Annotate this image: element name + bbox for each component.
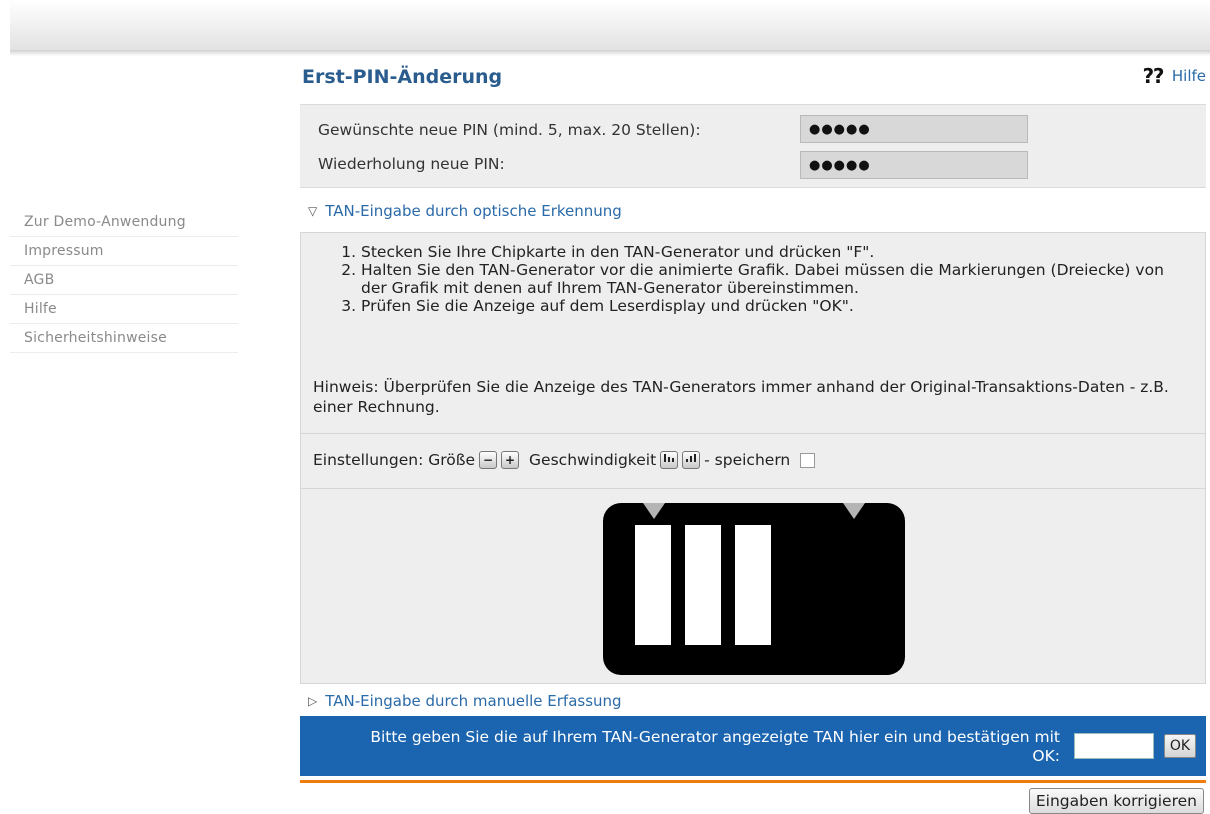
flicker-bar xyxy=(685,525,721,645)
save-settings-checkbox[interactable] xyxy=(800,452,816,468)
save-label: - speichern xyxy=(704,451,791,469)
triangle-down-icon: ▽ xyxy=(308,204,318,218)
speed-faster-glyph xyxy=(686,454,697,462)
size-decrease-button[interactable]: − xyxy=(479,451,498,469)
accent-divider xyxy=(300,780,1206,783)
alignment-marker-left xyxy=(643,503,665,519)
flicker-settings: Einstellungen: Größe − + Geschwindigkeit… xyxy=(313,451,816,469)
help-icon: ⁇ xyxy=(1143,64,1164,88)
instruction-list: Stecken Sie Ihre Chipkarte in den TAN-Ge… xyxy=(331,243,1171,315)
optical-section-heading: TAN-Eingabe durch optische Erkennung xyxy=(325,202,622,220)
sidebar-item-impressum[interactable]: Impressum xyxy=(10,237,238,266)
optical-section-toggle[interactable]: ▽ TAN-Eingabe durch optische Erkennung xyxy=(308,202,622,220)
tan-prompt: Bitte geben Sie die auf Ihrem TAN-Genera… xyxy=(370,728,1060,765)
divider xyxy=(301,433,1205,434)
banner-shadow xyxy=(10,50,1210,56)
flicker-bar xyxy=(735,525,771,645)
sidebar-item-hilfe[interactable]: Hilfe xyxy=(10,295,238,324)
speed-slower-icon[interactable] xyxy=(660,451,679,469)
top-banner xyxy=(10,0,1210,50)
security-note: Hinweis: Überprüfen Sie die Anzeige des … xyxy=(313,378,1169,416)
correct-entries-button[interactable]: Eingaben korrigieren xyxy=(1028,788,1204,814)
size-increase-button[interactable]: + xyxy=(501,451,520,469)
new-pin-row: Gewünschte neue PIN (mind. 5, max. 20 St… xyxy=(318,115,701,145)
manual-section-heading: TAN-Eingabe durch manuelle Erfassung xyxy=(325,692,622,710)
sidebar-item-agb[interactable]: AGB xyxy=(10,266,238,295)
optical-panel: Stecken Sie Ihre Chipkarte in den TAN-Ge… xyxy=(300,232,1206,684)
triangle-right-icon: ▷ xyxy=(308,694,318,708)
speed-slower-glyph xyxy=(664,454,675,462)
tan-entry-bar: Bitte geben Sie die auf Ihrem TAN-Genera… xyxy=(300,716,1206,776)
instruction-step: Halten Sie den TAN-Generator vor die ani… xyxy=(361,261,1171,297)
instruction-step: Stecken Sie Ihre Chipkarte in den TAN-Ge… xyxy=(361,243,1171,261)
alignment-marker-right xyxy=(843,503,865,519)
sidebar-nav: Zur Demo-Anwendung Impressum AGB Hilfe S… xyxy=(10,208,238,353)
sidebar-item-sicherheitshinweise[interactable]: Sicherheitshinweise xyxy=(10,324,238,353)
sidebar-item-demo[interactable]: Zur Demo-Anwendung xyxy=(10,208,238,237)
speed-label: Geschwindigkeit xyxy=(529,451,657,469)
repeat-pin-label: Wiederholung neue PIN: xyxy=(318,155,505,173)
speed-faster-icon[interactable] xyxy=(682,451,701,469)
ok-button[interactable]: OK xyxy=(1164,734,1196,758)
flicker-code-graphic xyxy=(603,503,905,675)
pin-form: Gewünschte neue PIN (mind. 5, max. 20 St… xyxy=(300,104,1206,188)
new-pin-label: Gewünschte neue PIN (mind. 5, max. 20 St… xyxy=(318,121,701,139)
page-title: Erst-PIN-Änderung xyxy=(302,66,503,88)
manual-section-toggle[interactable]: ▷ TAN-Eingabe durch manuelle Erfassung xyxy=(308,692,622,710)
tan-input[interactable] xyxy=(1074,733,1154,759)
help-label: Hilfe xyxy=(1171,67,1206,85)
instruction-step: Prüfen Sie die Anzeige auf dem Leserdisp… xyxy=(361,297,1171,315)
new-pin-field[interactable]: ●●●●● xyxy=(800,115,1028,143)
help-link[interactable]: ⁇ Hilfe xyxy=(1143,66,1206,86)
flicker-bar xyxy=(635,525,671,645)
repeat-pin-row: Wiederholung neue PIN: xyxy=(318,149,505,179)
repeat-pin-field[interactable]: ●●●●● xyxy=(800,151,1028,179)
size-label: Einstellungen: Größe xyxy=(313,451,476,469)
divider xyxy=(301,488,1205,489)
